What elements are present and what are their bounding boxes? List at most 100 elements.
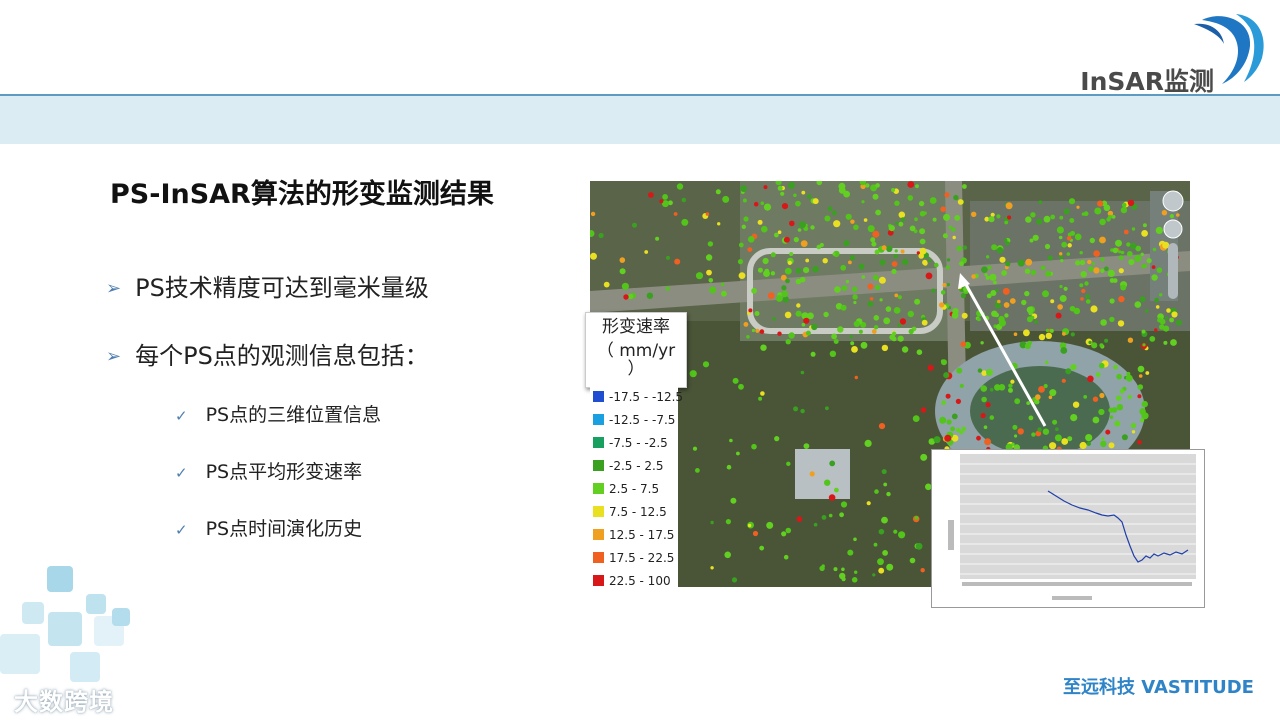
- ps-point: [1009, 298, 1016, 304]
- ps-point: [1032, 234, 1039, 241]
- ps-point: [1099, 392, 1105, 399]
- ps-point: [1060, 347, 1068, 354]
- ps-point: [861, 200, 865, 204]
- ps-point: [1007, 215, 1012, 220]
- ps-point: [774, 232, 779, 238]
- ps-point: [925, 272, 933, 280]
- ps-point: [919, 238, 926, 245]
- ps-point: [644, 250, 649, 254]
- ps-point: [729, 438, 733, 443]
- ps-point: [971, 211, 977, 217]
- decorative-square: [22, 602, 44, 624]
- ps-point: [1026, 401, 1031, 405]
- ps-point: [1088, 340, 1092, 345]
- ps-point: [673, 212, 678, 216]
- ps-point: [920, 568, 925, 573]
- ps-point: [1069, 218, 1075, 223]
- ps-point: [938, 302, 945, 308]
- legend-swatch: [593, 437, 604, 448]
- legend-entry: -2.5 - 2.5: [593, 457, 663, 475]
- ps-point: [774, 436, 780, 442]
- ps-point: [761, 225, 768, 233]
- ps-point: [1014, 398, 1021, 405]
- ps-point: [812, 198, 819, 205]
- ps-point: [851, 577, 858, 583]
- ps-point: [1005, 261, 1011, 267]
- ps-point: [854, 570, 858, 574]
- ps-point: [1063, 286, 1068, 291]
- ps-point: [724, 551, 731, 559]
- ps-point: [1017, 259, 1025, 267]
- ps-point: [1049, 389, 1057, 397]
- ps-point: [702, 361, 710, 368]
- ps-point: [915, 184, 919, 189]
- ps-point: [776, 295, 783, 302]
- ps-point: [1108, 442, 1115, 449]
- ps-point: [812, 265, 819, 273]
- ps-point: [1118, 255, 1124, 261]
- footer-company-name: 至远科技 VASTITUDE: [1063, 677, 1254, 698]
- ps-point: [1084, 281, 1089, 286]
- ps-point: [777, 185, 783, 191]
- ps-point: [867, 301, 874, 307]
- ps-point: [708, 278, 714, 283]
- ps-point: [912, 415, 920, 422]
- ps-point: [977, 317, 981, 322]
- ps-point: [759, 545, 765, 551]
- ps-point: [795, 310, 802, 317]
- ps-point: [1092, 396, 1099, 402]
- legend-swatch: [593, 460, 604, 471]
- ps-point: [1068, 198, 1076, 205]
- ps-point: [784, 267, 792, 275]
- ps-point: [993, 280, 997, 285]
- ps-point: [1085, 294, 1090, 299]
- ps-point: [861, 275, 866, 279]
- ps-point: [907, 310, 914, 318]
- ps-point: [1054, 434, 1062, 442]
- ps-point: [991, 244, 998, 251]
- ps-point: [898, 211, 906, 219]
- ps-point: [981, 266, 988, 273]
- ps-point: [881, 469, 887, 475]
- ps-point: [803, 317, 810, 324]
- ps-point: [760, 201, 765, 205]
- ps-point: [933, 436, 941, 444]
- ps-point: [1118, 268, 1124, 274]
- ps-point: [883, 482, 888, 487]
- bullet-item: ➢ 每个PS点的观测信息包括：: [106, 336, 429, 371]
- ps-point: [1089, 237, 1095, 244]
- ps-point: [898, 221, 904, 227]
- ps-point: [891, 188, 896, 192]
- ps-point: [877, 558, 884, 566]
- ps-point: [889, 334, 895, 340]
- ps-point: [1119, 389, 1125, 394]
- ps-point: [1083, 395, 1088, 399]
- ps-point: [806, 194, 812, 199]
- legend-title-line: 形变速率: [602, 317, 670, 337]
- ps-point: [1026, 306, 1034, 314]
- ps-point: [1171, 311, 1178, 318]
- ps-point: [1027, 340, 1032, 346]
- ps-point: [1131, 430, 1136, 434]
- ps-point: [1152, 247, 1157, 252]
- legend-label: 17.5 - 22.5: [609, 551, 675, 565]
- ps-point: [632, 222, 637, 228]
- ps-point: [1057, 304, 1063, 310]
- ps-point: [1099, 236, 1106, 244]
- ps-point: [909, 225, 916, 232]
- ps-point: [872, 230, 880, 238]
- ps-point: [781, 290, 788, 298]
- ps-point: [781, 285, 787, 291]
- ps-point: [891, 268, 897, 275]
- ps-point: [874, 284, 881, 291]
- ps-point: [1163, 340, 1168, 345]
- ps-point: [785, 339, 791, 345]
- ps-point: [1045, 270, 1052, 277]
- ps-point: [603, 281, 610, 288]
- ps-point: [941, 400, 946, 405]
- ps-point: [1170, 339, 1177, 346]
- ps-point: [627, 293, 634, 300]
- ps-point: [1023, 329, 1030, 337]
- ps-point: [1081, 212, 1086, 216]
- ps-point: [875, 209, 881, 216]
